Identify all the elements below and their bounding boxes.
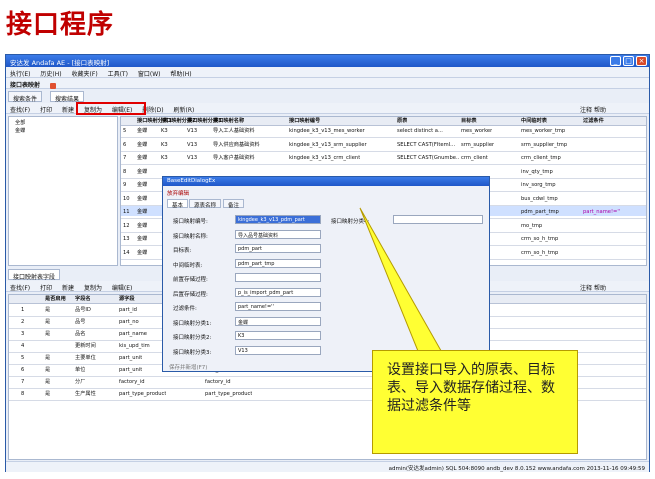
callout-text: 设置接口导入的原表、目标表、导入数据存储过程、数据过滤条件等 (387, 362, 555, 414)
callout-box: 设置接口导入的原表、目标表、导入数据存储过程、数据过滤条件等 (372, 350, 578, 454)
